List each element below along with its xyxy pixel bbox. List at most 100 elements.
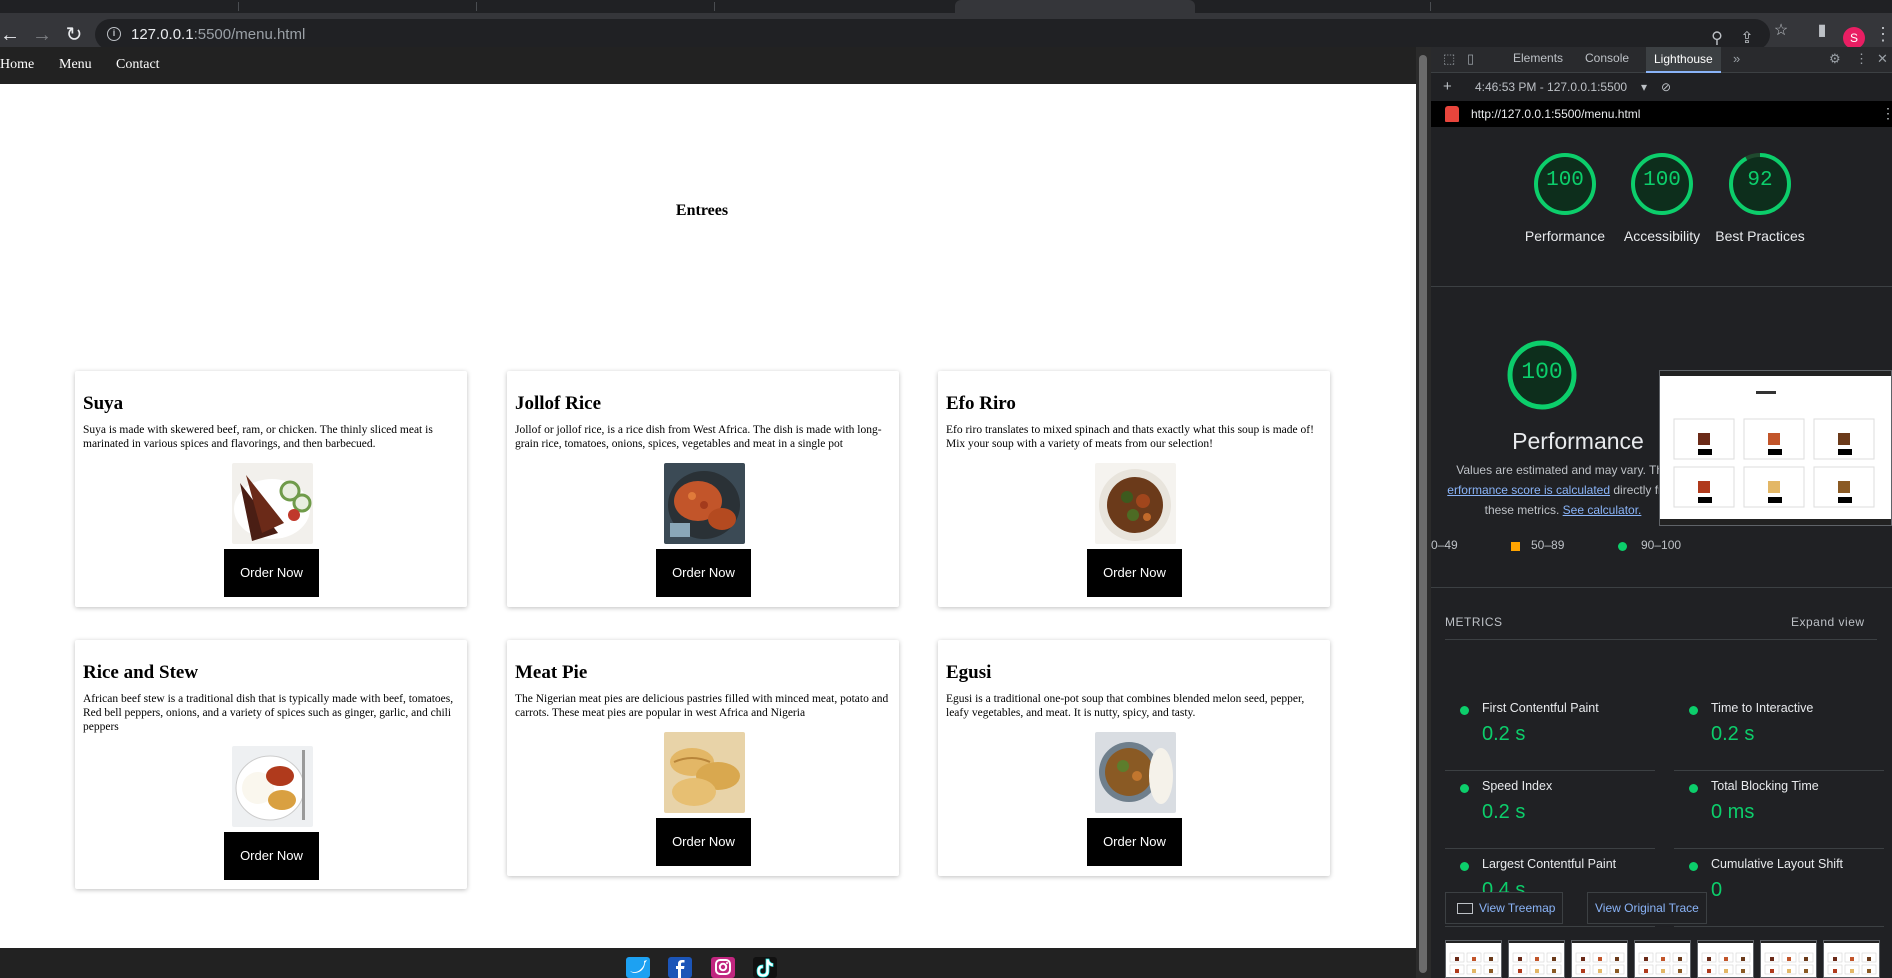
instagram-icon[interactable]	[711, 957, 735, 978]
report-dropdown-icon[interactable]: ▾	[1641, 80, 1647, 94]
order-now-button[interactable]: Order Now	[656, 549, 751, 597]
devtools-menu-icon[interactable]: ⋮	[1855, 51, 1868, 67]
dish-description: Egusi is a traditional one-pot soup that…	[946, 693, 1305, 719]
filmstrip-frame[interactable]	[1760, 940, 1817, 978]
address-bar[interactable]: i 127.0.0.1:5500/menu.html ⚲ ⇪	[95, 19, 1770, 50]
bookmark-star-icon[interactable]: ☆	[1769, 19, 1793, 43]
dish-description: Jollof or jollof rice, is a rice dish fr…	[515, 424, 882, 450]
metric-speed-index[interactable]: Speed Index 0.2 s	[1445, 771, 1655, 849]
address-url[interactable]: 127.0.0.1:5500/menu.html	[131, 26, 305, 43]
dish-image-efo-riro	[1095, 463, 1176, 544]
metric-value: 0.2 s	[1482, 723, 1526, 745]
active-tab[interactable]	[955, 0, 1195, 13]
dish-description: The Nigerian meat pies are delicious pas…	[515, 693, 889, 719]
report-selector[interactable]: 4:46:53 PM - 127.0.0.1:5500	[1475, 80, 1627, 94]
filmstrip-frame[interactable]	[1571, 940, 1628, 978]
view-original-trace-button[interactable]: View Original Trace	[1587, 892, 1707, 924]
metric-pass-icon	[1460, 784, 1469, 793]
metric-total-blocking-time[interactable]: Total Blocking Time 0 ms	[1674, 771, 1884, 849]
tab-strip	[0, 0, 1892, 13]
page-scrollbar-thumb[interactable]	[1419, 55, 1427, 973]
site-info-icon[interactable]: i	[107, 27, 121, 41]
metric-value: 0 ms	[1711, 801, 1755, 823]
tab-console[interactable]: Console	[1585, 51, 1629, 65]
perf-desc-text: these metrics.	[1484, 503, 1560, 517]
filmstrip-frame[interactable]	[1634, 940, 1691, 978]
menu-card-egusi: Egusi Egusi is a traditional one-pot sou…	[938, 640, 1330, 876]
side-panel-icon[interactable]: ▮	[1810, 19, 1834, 43]
nav-link-home[interactable]: Home	[0, 57, 34, 73]
divider	[1445, 926, 1655, 927]
nav-link-contact[interactable]: Contact	[116, 57, 160, 73]
page-screenshot-thumbnail[interactable]	[1659, 370, 1892, 526]
tab-separator	[238, 2, 239, 11]
back-icon[interactable]: ←	[0, 21, 24, 49]
filmstrip-frame[interactable]	[1823, 940, 1880, 978]
site-footer	[0, 948, 1416, 978]
metric-name: Time to Interactive	[1711, 701, 1814, 715]
order-now-button[interactable]: Order Now	[224, 549, 319, 597]
filmstrip-frame[interactable]	[1508, 940, 1565, 978]
gauge-score: 92	[1747, 169, 1773, 192]
dish-description: African beef stew is a traditional dish …	[83, 693, 454, 733]
metric-value: 0	[1711, 879, 1723, 901]
lighthouse-report-url[interactable]: http://127.0.0.1:5500/menu.html	[1471, 107, 1640, 121]
metric-name: First Contentful Paint	[1482, 701, 1599, 715]
lighthouse-menu-icon[interactable]: ⋮	[1881, 105, 1892, 122]
page-viewport: Home Menu Contact Entrees Suya Suya is m…	[0, 47, 1416, 978]
clear-reports-icon[interactable]: ⊘	[1661, 80, 1671, 94]
filmstrip-frame[interactable]	[1445, 940, 1502, 978]
reload-icon[interactable]: ↻	[60, 21, 88, 49]
order-now-button[interactable]: Order Now	[656, 818, 751, 866]
dish-image-rice-and-stew	[232, 746, 313, 827]
profile-avatar[interactable]: S	[1843, 27, 1865, 49]
twitter-icon[interactable]	[626, 957, 650, 978]
forward-icon[interactable]: →	[28, 21, 56, 49]
tab-elements[interactable]: Elements	[1513, 51, 1563, 65]
tab-lighthouse[interactable]: Lighthouse	[1646, 47, 1721, 73]
gauge-label: Best Practices	[1715, 228, 1805, 244]
order-now-button[interactable]: Order Now	[1087, 818, 1182, 866]
see-calculator-link[interactable]: See calculator.	[1563, 503, 1642, 517]
legend-pass: 90–100	[1641, 538, 1682, 552]
divider	[1431, 286, 1892, 287]
tiktok-icon[interactable]	[753, 957, 777, 978]
url-path: :5500/menu.html	[193, 26, 306, 43]
filmstrip-frame[interactable]	[1697, 940, 1754, 978]
more-tabs-icon[interactable]: »	[1733, 51, 1740, 66]
settings-gear-icon[interactable]: ⚙	[1829, 51, 1841, 67]
new-report-icon[interactable]: +	[1443, 78, 1452, 95]
browser-menu-icon[interactable]: ⋮	[1874, 24, 1892, 45]
expand-view-toggle[interactable]: Expand view	[1791, 615, 1865, 629]
page-scrollbar[interactable]	[1416, 47, 1431, 978]
metric-first-contentful-paint[interactable]: First Contentful Paint 0.2 s	[1445, 693, 1655, 771]
lighthouse-logo-icon	[1445, 106, 1459, 122]
dish-description: Efo riro translates to mixed spinach and…	[946, 424, 1314, 450]
dish-title: Rice and Stew	[83, 662, 199, 683]
performance-score-link[interactable]: erformance score is calculated	[1447, 483, 1610, 497]
performance-score-large: 100	[1521, 359, 1563, 385]
order-now-button[interactable]: Order Now	[1087, 549, 1182, 597]
legend-fail: 0–49	[1431, 538, 1458, 552]
metric-time-to-interactive[interactable]: Time to Interactive 0.2 s	[1674, 693, 1884, 771]
inspect-element-icon[interactable]: ⬚	[1443, 51, 1455, 67]
nav-link-menu[interactable]: Menu	[59, 57, 92, 73]
divider	[1674, 926, 1884, 927]
view-treemap-label: View Treemap	[1479, 901, 1556, 915]
lighthouse-url-bar: http://127.0.0.1:5500/menu.html ⋮	[1431, 101, 1892, 127]
legend-average-icon	[1511, 542, 1520, 551]
order-now-button[interactable]: Order Now	[224, 832, 319, 880]
dish-title: Egusi	[946, 662, 992, 683]
device-toolbar-icon[interactable]: ▯	[1467, 51, 1474, 67]
perf-desc-line: these metrics. See calculator.	[1431, 500, 1695, 520]
dish-title: Meat Pie	[515, 662, 588, 683]
close-devtools-icon[interactable]: ✕	[1877, 51, 1888, 67]
metric-name: Speed Index	[1482, 779, 1553, 793]
metric-name: Total Blocking Time	[1711, 779, 1819, 793]
metric-value: 0.2 s	[1711, 723, 1755, 745]
facebook-icon[interactable]	[668, 957, 692, 978]
metric-name: Cumulative Layout Shift	[1711, 857, 1844, 871]
view-treemap-button[interactable]: View Treemap	[1445, 892, 1564, 924]
lighthouse-report-bar: + 4:46:53 PM - 127.0.0.1:5500 ▾ ⊘	[1431, 74, 1892, 100]
dish-image-jollof-rice	[664, 463, 745, 544]
